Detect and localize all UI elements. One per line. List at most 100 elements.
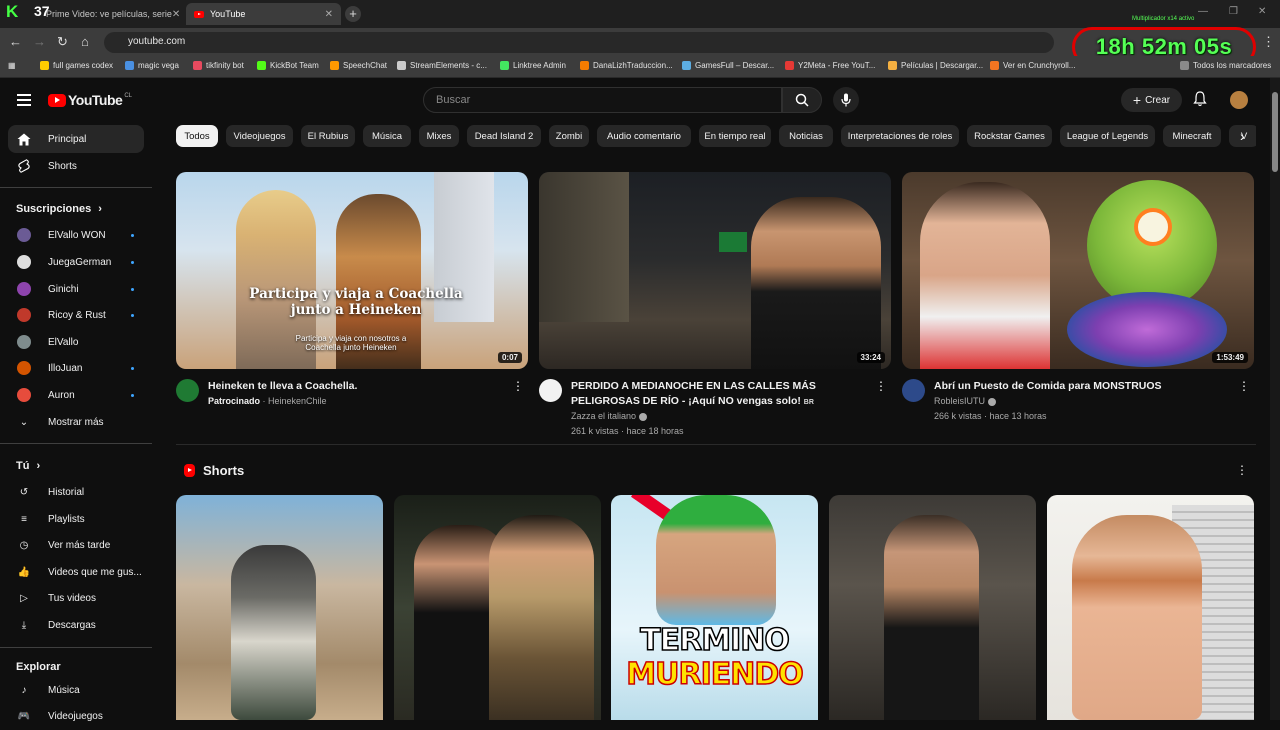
chip[interactable]: Mixes [419, 125, 459, 147]
bookmark-favicon-icon [193, 61, 202, 70]
chip[interactable]: Zombi [549, 125, 589, 147]
sidebar-item-history[interactable]: ↺ Historial [8, 478, 144, 506]
short-card[interactable] [394, 495, 601, 720]
chip[interactable]: League of Legends [1060, 125, 1155, 147]
chip[interactable]: Videojuegos [226, 125, 293, 147]
notifications-button[interactable] [1193, 91, 1207, 112]
bookmark-item[interactable]: Películas | Descargar... [888, 61, 983, 70]
back-icon[interactable]: ← [9, 34, 22, 49]
chip[interactable]: Rockstar Games [967, 125, 1052, 147]
chip[interactable]: Noticias [779, 125, 833, 147]
sidebar: Principal Shorts Suscripciones › ElVallo… [0, 122, 152, 722]
forward-icon[interactable]: → [33, 34, 46, 49]
more-options-icon[interactable]: ⋮ [1236, 463, 1248, 477]
close-icon[interactable]: ✕ [325, 9, 333, 20]
bookmark-item[interactable]: StreamElements - c... [397, 61, 487, 70]
video-title[interactable]: Heineken te lleva a Coachella. [208, 379, 508, 394]
search-button[interactable] [782, 87, 822, 113]
sidebar-item-home[interactable]: Principal [8, 125, 144, 153]
channel-name[interactable]: RobleisIUTU [934, 396, 997, 406]
bookmark-item[interactable]: magic vega [125, 61, 179, 70]
sidebar-item-watch-later[interactable]: ◷ Ver más tarde [8, 531, 144, 559]
minimize-icon[interactable]: — [1198, 6, 1208, 17]
bookmark-item[interactable]: SpeechChat [330, 61, 387, 70]
all-bookmarks-folder[interactable]: Todos los marcadores [1180, 61, 1271, 70]
video-thumbnail[interactable]: Participa y viaja a Coachella junto a He… [176, 172, 528, 369]
account-avatar[interactable] [1230, 91, 1248, 109]
subscription-item[interactable]: Ginichi [8, 275, 144, 303]
short-card[interactable] [1047, 495, 1254, 720]
sidebar-item-liked[interactable]: 👍 Videos que me gus... [8, 558, 144, 586]
maximize-icon[interactable]: ❐ [1229, 6, 1238, 17]
browser-menu-icon[interactable]: ⋮ [1262, 34, 1275, 50]
subscription-item[interactable]: ElVallo [8, 328, 144, 356]
chip[interactable]: Música [363, 125, 411, 147]
menu-icon[interactable] [17, 94, 31, 109]
subscription-item[interactable]: JuegaGerman [8, 248, 144, 276]
sidebar-item-playlists[interactable]: ≡ Playlists [8, 505, 144, 533]
bookmark-item[interactable]: Y2Meta - Free YouT... [785, 61, 875, 70]
subscription-item[interactable]: Auron [8, 381, 144, 409]
sidebar-item-your-videos[interactable]: ▷ Tus videos [8, 584, 144, 612]
channel-avatar[interactable] [176, 379, 199, 402]
browser-tab-youtube[interactable]: YouTube ✕ [186, 3, 341, 25]
short-card[interactable] [176, 495, 383, 720]
subscription-item[interactable]: Ricoy & Rust [8, 301, 144, 329]
reload-icon[interactable]: ↻ [57, 34, 68, 50]
video-card[interactable]: 1:53:49 Abrí un Puesto de Comida para MO… [902, 172, 1254, 449]
video-thumbnail[interactable]: 1:53:49 [902, 172, 1254, 369]
shorts-section-header: Shorts [184, 463, 244, 478]
page-scrollbar[interactable] [1270, 78, 1280, 720]
more-options-icon[interactable]: ⋮ [512, 379, 524, 393]
sidebar-item-gaming[interactable]: 🎮 Videojuegos [8, 702, 144, 730]
sidebar-item-music[interactable]: ♪ Música [8, 676, 144, 704]
browser-tab-prime[interactable]: Prime Video: ve películas, serie ✕ [38, 3, 183, 25]
scrollbar-thumb[interactable] [1272, 92, 1278, 172]
bookmark-item[interactable]: Ver en Crunchyroll... [990, 61, 1075, 70]
close-window-icon[interactable]: ✕ [1258, 6, 1266, 17]
video-card[interactable]: Participa y viaja a Coachella junto a He… [176, 172, 528, 449]
channel-avatar[interactable] [902, 379, 925, 402]
video-title[interactable]: Abrí un Puesto de Comida para MONSTRUOS [934, 379, 1234, 394]
sidebar-item-downloads[interactable]: ⤓ Descargas [8, 611, 144, 639]
chip[interactable]: Interpretaciones de roles [841, 125, 959, 147]
chip[interactable]: Minecraft [1163, 125, 1221, 147]
home-browser-icon[interactable]: ⌂ [81, 34, 89, 49]
channel-name[interactable]: Zazza el italiano [571, 411, 648, 421]
bookmark-item[interactable]: full games codex [40, 61, 113, 70]
channel-avatar[interactable] [539, 379, 562, 402]
channel-name[interactable]: HeinekenChile [268, 396, 327, 406]
bookmark-item[interactable]: tikfinity bot [193, 61, 244, 70]
bookmark-item[interactable]: GamesFull – Descar... [682, 61, 774, 70]
subscription-item[interactable]: IlloJuan [8, 354, 144, 382]
address-bar[interactable]: youtube.com [104, 32, 1054, 53]
sidebar-item-shorts[interactable]: Shorts [8, 152, 144, 180]
voice-search-button[interactable] [833, 87, 859, 113]
youtube-logo[interactable]: YouTube CL [48, 92, 132, 108]
more-options-icon[interactable]: ⋮ [1238, 379, 1250, 393]
chip[interactable]: Audio comentario [597, 125, 691, 147]
close-icon[interactable]: ✕ [172, 9, 180, 20]
new-tab-button[interactable]: + [345, 6, 361, 22]
more-options-icon[interactable]: ⋮ [875, 379, 887, 393]
chip[interactable]: Dead Island 2 [467, 125, 541, 147]
show-more-button[interactable]: ⌄ Mostrar más [8, 408, 144, 436]
video-title[interactable]: PERDIDO A MEDIANOCHE EN LAS CALLES MÁS P… [571, 379, 871, 410]
video-card[interactable]: 33:24 PERDIDO A MEDIANOCHE EN LAS CALLES… [539, 172, 891, 449]
subscription-item[interactable]: ElVallo WON [8, 221, 144, 249]
subscriptions-heading[interactable]: Suscripciones › [16, 203, 102, 215]
search-input[interactable]: Buscar [423, 87, 782, 113]
bookmark-item[interactable]: Linktree Admin [500, 61, 566, 70]
chip-todos[interactable]: Todos [176, 125, 218, 147]
bookmark-item[interactable]: KickBot Team [257, 61, 319, 70]
short-card[interactable]: TERMINO MURIENDO [611, 495, 818, 720]
you-heading[interactable]: Tú › [16, 460, 40, 472]
apps-grid-icon[interactable]: ▦ [8, 61, 16, 70]
short-card[interactable] [829, 495, 1036, 720]
chevron-right-icon[interactable]: › [1240, 128, 1245, 144]
chip[interactable]: El Rubius [301, 125, 355, 147]
chip[interactable]: En tiempo real [699, 125, 771, 147]
video-thumbnail[interactable]: 33:24 [539, 172, 891, 369]
bookmark-item[interactable]: DanaLizhTraduccion... [580, 61, 673, 70]
create-button[interactable]: + Crear [1121, 88, 1182, 112]
